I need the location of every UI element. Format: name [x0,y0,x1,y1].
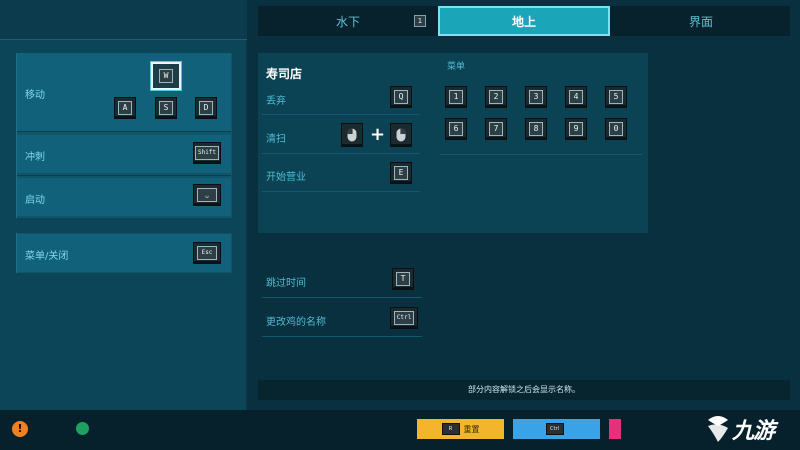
key-r-icon: R [441,423,460,435]
menu-key-6[interactable]: 6 [445,118,467,140]
menu-key-label: 9 [569,122,583,136]
dash-label: 冲刺 [25,152,45,163]
extra-button[interactable] [609,419,621,439]
menu-key-label: 3 [529,90,543,104]
key-w-label: W [159,69,173,83]
key-esc[interactable]: Esc [193,242,221,264]
menu-key-label: 1 [449,90,463,104]
rename-chicken-label: 更改鸡的名称 [266,317,326,328]
key-q-label: Q [394,90,408,104]
key-space-label: ␣ [197,188,217,202]
key-d[interactable]: D [195,97,217,119]
key-e-label: E [394,166,408,180]
plus-icon: + [370,124,386,145]
divider [17,131,231,132]
sushi-shop-title: 寿司店 [266,67,303,81]
tab-underwater[interactable]: 水下 [260,6,436,36]
key-s-label: S [159,101,173,115]
menu-key-1[interactable]: 1 [445,86,467,108]
key-e[interactable]: E [390,162,412,184]
menu-key-label: 4 [569,90,583,104]
tab-interface[interactable]: 界面 [612,6,790,36]
mouse-left-icon[interactable] [341,123,363,147]
menu-key-7[interactable]: 7 [485,118,507,140]
warning-icon[interactable]: ! [12,421,28,437]
bottom-bar [0,410,800,450]
divider [262,297,422,298]
key-d-label: D [199,101,213,115]
reset-label: 重置 [463,424,480,434]
left-header-strip [0,0,247,40]
ctrl-key-icon: Ctrl [545,423,564,435]
key-space[interactable]: ␣ [193,184,221,206]
key-s[interactable]: S [155,97,177,119]
reset-button[interactable]: R 重置 [417,419,504,439]
menu-key-5[interactable]: 5 [605,86,627,108]
divider [262,191,420,192]
mouse-right-icon[interactable] [390,123,412,147]
key-t-label: T [396,272,410,286]
watermark-logo-icon [708,416,728,442]
discard-label: 丢弃 [266,96,286,107]
menu-key-2[interactable]: 2 [485,86,507,108]
ctrl-button[interactable]: Ctrl [513,419,600,439]
divider [262,336,422,337]
tab-prev-hint: 1 [414,15,426,27]
menu-key-8[interactable]: 8 [525,118,547,140]
open-shop-label: 开始营业 [266,172,306,183]
move-label: 移动 [25,90,45,101]
key-ctrl-label: Ctrl [393,311,415,325]
menu-key-label: 5 [609,90,623,104]
tab-ground-label: 地上 [511,14,536,29]
unlock-notice: 部分内容解锁之后会显示名称。 [468,385,580,394]
divider [17,175,231,176]
move-row[interactable]: 移动 [17,53,231,131]
menu-section-label: 菜单 [447,62,466,72]
menu-key-label: 0 [609,122,623,136]
key-a-label: A [118,101,132,115]
start-label: 启动 [25,195,45,206]
menu-key-3[interactable]: 3 [525,86,547,108]
menu-key-label: 6 [449,122,463,136]
tab-underwater-label: 水下 [335,14,360,29]
skip-time-label: 跳过时间 [266,278,306,289]
tab-interface-label: 界面 [688,14,713,29]
key-shift-label: Shift [194,146,220,160]
key-shift[interactable]: Shift [193,142,221,164]
menu-key-4[interactable]: 4 [565,86,587,108]
watermark-text: 九游 [732,419,775,444]
key-q[interactable]: Q [390,86,412,108]
tab-ground[interactable]: 地上 [438,6,610,36]
divider [440,154,642,155]
key-ctrl[interactable]: Ctrl [390,307,418,329]
key-a[interactable]: A [114,97,136,119]
key-w[interactable]: W [151,62,181,90]
menu-key-0[interactable]: 0 [605,118,627,140]
menu-key-label: 7 [489,122,503,136]
status-icon [76,422,89,435]
menu-key-9[interactable]: 9 [565,118,587,140]
key-t[interactable]: T [392,268,414,290]
divider [262,153,420,154]
menu-key-label: 2 [489,90,503,104]
sushi-shop-card [258,53,648,233]
menu-close-label: 菜单/关闭 [25,251,69,262]
sweep-label: 清扫 [266,134,286,145]
key-esc-label: Esc [197,246,217,260]
menu-key-label: 8 [529,122,543,136]
divider [262,114,420,115]
